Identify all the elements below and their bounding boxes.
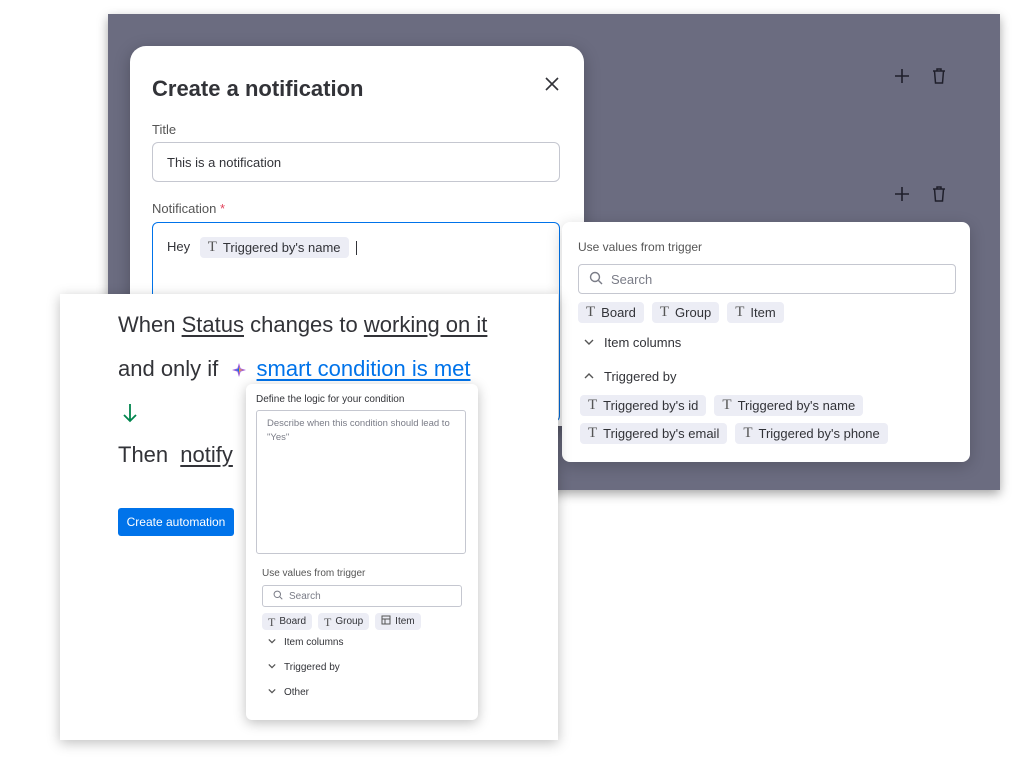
title-input-value: This is a notification [167, 154, 282, 170]
and-only-if-text: and only if [118, 356, 219, 381]
sparkle-icon [232, 357, 247, 383]
triggered-by-chips-row-2: T Triggered by's email T Triggered by's ph… [580, 423, 888, 444]
group-chip[interactable]: T Group [318, 613, 370, 630]
section-label: Triggered by [284, 662, 340, 673]
dropdown-search-input[interactable]: Search [578, 264, 956, 294]
text-type-icon: T [588, 425, 598, 441]
triggered-by-section[interactable]: Triggered by [268, 662, 340, 673]
chip-label: Item [750, 305, 776, 320]
section-label: Triggered by [604, 369, 677, 384]
triggered-by-email-chip[interactable]: T Triggered by's email [580, 423, 728, 444]
trash-icon[interactable] [932, 186, 946, 202]
board-row-actions [894, 68, 946, 84]
triggered-by-name-chip[interactable]: T Triggered by's name [199, 237, 349, 258]
notify-action-link[interactable]: notify [180, 442, 233, 467]
section-label: Other [284, 687, 310, 698]
triggered-by-chips-row-1: T Triggered by's id T Triggered by's name [580, 395, 864, 416]
text-type-icon: T [722, 397, 732, 413]
condition-placeholder: Describe when this condition should lead… [267, 418, 450, 444]
board-chip[interactable]: T Board [262, 613, 313, 630]
chip-label: Board [279, 616, 307, 627]
triggered-by-id-chip[interactable]: T Triggered by's id [580, 395, 707, 416]
when-text: When [118, 312, 176, 337]
add-icon[interactable] [894, 68, 910, 84]
status-value-link[interactable]: working on it [364, 312, 488, 337]
chip-label: Triggered by's name [222, 240, 341, 255]
condition-textarea[interactable]: Describe when this condition should lead… [256, 410, 466, 554]
chevron-down-icon [268, 662, 276, 673]
chevron-down-icon [584, 335, 594, 350]
chevron-down-icon [268, 687, 276, 698]
trigger-values-label: Use values from trigger [262, 568, 366, 579]
item-board-icon [381, 615, 391, 628]
smart-condition-panel: Define the logic for your condition Desc… [246, 384, 478, 720]
board-chip[interactable]: T Board [578, 302, 644, 323]
condition-label: Define the logic for your condition [256, 394, 405, 405]
chip-label: Triggered by's name [737, 398, 856, 413]
item-chip[interactable]: Item [375, 613, 421, 630]
dropdown-label: Use values from trigger [578, 240, 703, 254]
sentence-when: When Status changes to working on it [118, 312, 487, 338]
chip-label: Triggered by's email [603, 426, 720, 441]
section-label: Item columns [284, 637, 344, 648]
chip-label: Group [335, 616, 364, 627]
text-type-icon: T [588, 397, 598, 413]
chip-label: Board [601, 305, 636, 320]
text-type-icon: T [659, 304, 670, 320]
add-icon[interactable] [894, 186, 910, 202]
close-icon[interactable] [542, 74, 562, 94]
chip-label: Item [395, 616, 415, 627]
group-chip[interactable]: T Group [651, 302, 720, 323]
text-cursor [356, 240, 358, 255]
text-type-icon: T [743, 425, 753, 441]
item-columns-section[interactable]: Item columns [584, 335, 681, 350]
smart-condition-link[interactable]: smart condition is met [257, 356, 471, 381]
sentence-and-only-if: and only if smart condition is met [118, 356, 471, 383]
text-type-icon: T [324, 614, 332, 629]
search-placeholder: Search [611, 271, 653, 287]
modal-title: Create a notification [152, 76, 364, 101]
triggered-by-phone-chip[interactable]: T Triggered by's phone [735, 423, 888, 444]
condition-search-input[interactable]: Search [262, 585, 462, 607]
text-type-icon: T [586, 304, 596, 320]
triggered-by-name-option-chip[interactable]: T Triggered by's name [714, 395, 864, 416]
other-section[interactable]: Other [268, 687, 309, 698]
notification-text: Hey [167, 239, 191, 254]
text-type-icon: T [207, 239, 217, 255]
triggered-by-section[interactable]: Triggered by [584, 369, 677, 384]
chip-label: Group [675, 305, 712, 320]
required-mark: * [219, 201, 225, 216]
condition-chips: T Board T Group Item [262, 613, 421, 630]
then-text: Then [118, 442, 169, 467]
item-columns-section[interactable]: Item columns [268, 637, 343, 648]
search-icon [273, 590, 283, 603]
create-automation-button[interactable]: Create automation [118, 508, 234, 536]
search-icon [589, 271, 603, 288]
trash-icon[interactable] [932, 68, 946, 84]
status-column-link[interactable]: Status [182, 312, 244, 337]
text-type-icon: T [735, 304, 745, 320]
title-input[interactable]: This is a notification [152, 142, 560, 182]
changes-to-text: changes to [250, 312, 358, 337]
board-row-actions [894, 186, 946, 202]
arrow-down-icon [122, 402, 138, 429]
text-type-icon: T [268, 614, 276, 629]
chip-label: Triggered by's id [603, 398, 699, 413]
chevron-down-icon [268, 637, 276, 648]
dropdown-chips: T Board T Group T Item [578, 302, 784, 323]
chevron-up-icon [584, 369, 594, 384]
title-label: Title [152, 122, 177, 137]
trigger-values-dropdown: Use values from trigger Search T Board TG… [562, 222, 970, 462]
section-label: Item columns [604, 335, 682, 350]
notification-label: Notification * [152, 201, 225, 216]
item-chip[interactable]: T Item [727, 302, 784, 323]
sentence-then: Then notify [118, 442, 233, 468]
search-placeholder: Search [289, 590, 321, 602]
chip-label: Triggered by's phone [758, 426, 880, 441]
